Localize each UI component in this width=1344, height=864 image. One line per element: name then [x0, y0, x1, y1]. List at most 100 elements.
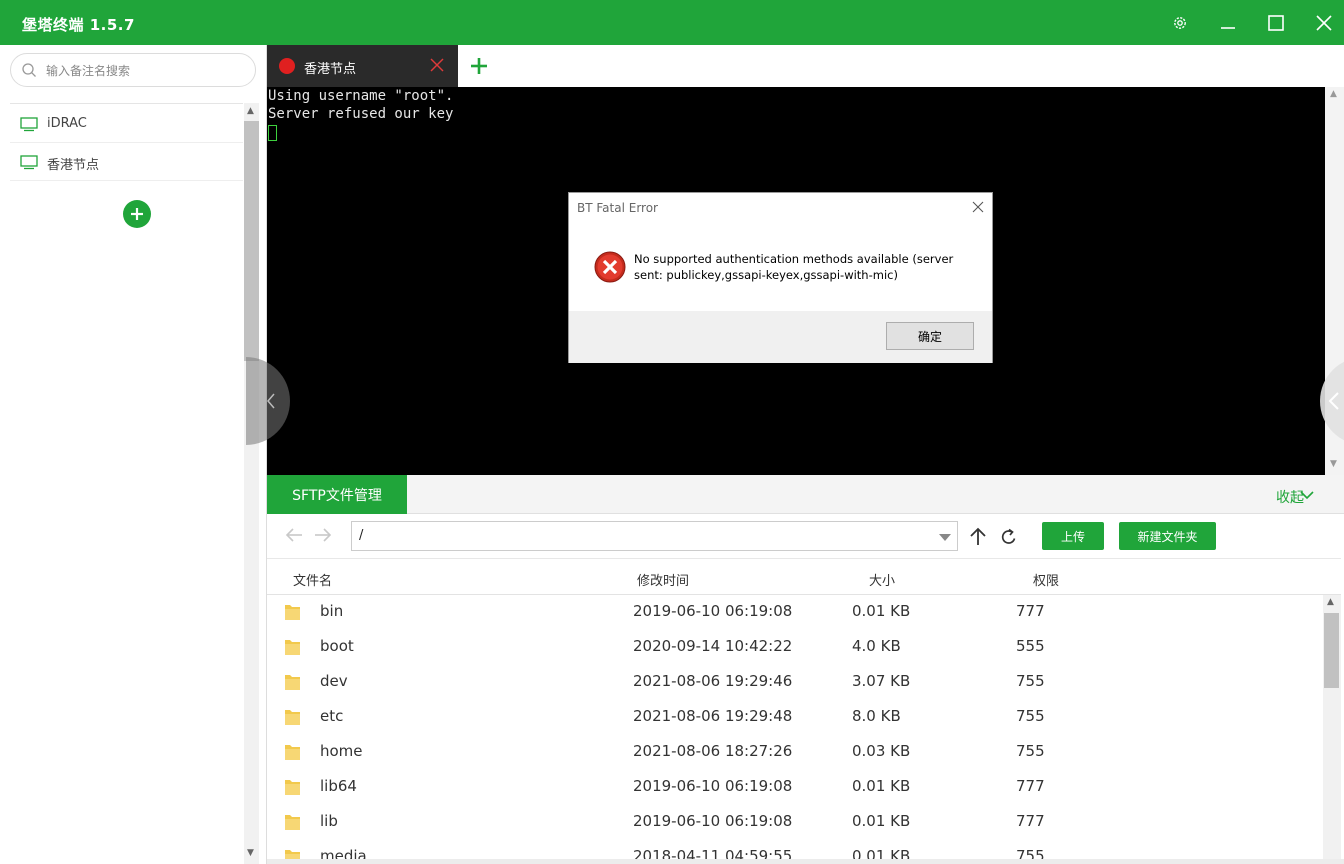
file-name: bin: [320, 602, 344, 620]
file-size: 0.01 KB: [852, 602, 911, 620]
new-tab-icon[interactable]: [467, 54, 491, 78]
terminal-line: Server refused our key: [268, 106, 454, 122]
file-mtime: 2019-06-10 06:19:08: [633, 602, 793, 620]
file-mtime: 2018-04-11 04:59:55: [633, 847, 793, 859]
folder-icon: [285, 745, 300, 760]
server-item-hongkong[interactable]: 香港节点: [10, 143, 243, 181]
folder-icon: [285, 815, 300, 830]
minimize-icon: [1221, 27, 1235, 29]
column-header-name[interactable]: 文件名: [293, 570, 332, 589]
chevron-left-icon: [1328, 392, 1339, 410]
scroll-up-icon[interactable]: ▲: [247, 106, 254, 116]
file-row[interactable]: lib64 2019-06-10 06:19:08 0.01 KB 777: [267, 770, 1323, 805]
file-mtime: 2021-08-06 19:29:48: [633, 707, 793, 725]
dialog-title: BT Fatal Error: [577, 201, 658, 215]
scroll-down-icon[interactable]: ▼: [247, 848, 254, 858]
dialog-message: No supported authentication methods avai…: [634, 252, 954, 282]
dialog-close-icon[interactable]: [971, 200, 985, 214]
file-name: dev: [320, 672, 348, 690]
file-permission: 755: [1016, 672, 1045, 690]
file-permission: 755: [1016, 707, 1045, 725]
chevron-down-icon: [1300, 491, 1314, 500]
settings-button[interactable]: [1165, 8, 1195, 38]
maximize-button[interactable]: [1261, 8, 1291, 38]
close-icon: [1316, 15, 1332, 31]
file-size: 3.07 KB: [852, 672, 911, 690]
ok-button[interactable]: 确定: [886, 322, 974, 350]
chevron-left-icon: [267, 393, 275, 409]
app-title: 堡塔终端 1.5.7: [22, 16, 135, 34]
scroll-up-icon[interactable]: ▲: [1330, 89, 1337, 99]
file-permission: 755: [1016, 847, 1045, 859]
file-size: 0.01 KB: [852, 777, 911, 795]
folder-icon: [285, 675, 300, 690]
tab-close-icon[interactable]: [429, 57, 445, 73]
file-row[interactable]: etc 2021-08-06 19:29:48 8.0 KB 755: [267, 700, 1323, 735]
scrollbar-thumb[interactable]: [244, 121, 259, 361]
file-size: 0.03 KB: [852, 742, 911, 760]
server-item-label: 香港节点: [47, 158, 100, 173]
collapse-button[interactable]: 收起: [1276, 487, 1314, 507]
terminal-cursor: [268, 125, 277, 141]
file-list-scrollbar[interactable]: ▲: [1323, 595, 1341, 859]
file-name: media: [320, 847, 367, 859]
dialog-footer: 确定: [569, 311, 992, 363]
scroll-down-icon[interactable]: ▼: [1330, 459, 1337, 469]
file-mtime: 2020-09-14 10:42:22: [633, 637, 793, 655]
search-input[interactable]: [46, 61, 246, 81]
file-permission: 777: [1016, 777, 1045, 795]
upload-button[interactable]: 上传: [1042, 522, 1104, 550]
folder-icon: [285, 780, 300, 795]
scrollbar-thumb[interactable]: [1324, 613, 1339, 688]
sftp-tab[interactable]: SFTP文件管理: [267, 475, 407, 514]
new-folder-button[interactable]: 新建文件夹: [1119, 522, 1216, 550]
search-box: [10, 53, 256, 87]
folder-icon: [285, 605, 300, 620]
file-size: 0.01 KB: [852, 847, 911, 859]
terminal-line: Using username "root".: [268, 88, 454, 104]
file-table-header: 文件名 修改时间 大小 权限: [267, 560, 1341, 595]
sidebar: iDRAC 香港节点 ▲ ▼: [0, 45, 267, 864]
file-permission: 777: [1016, 602, 1045, 620]
file-permission: 755: [1016, 742, 1045, 760]
add-server-button[interactable]: [123, 200, 151, 228]
file-row[interactable]: lib 2019-06-10 06:19:08 0.01 KB 777: [267, 805, 1323, 840]
bottom-border: [267, 859, 1344, 864]
column-header-size[interactable]: 大小: [869, 570, 895, 589]
file-mtime: 2019-06-10 06:19:08: [633, 777, 793, 795]
column-header-mtime[interactable]: 修改时间: [637, 570, 689, 589]
file-name: lib64: [320, 777, 357, 795]
file-row[interactable]: bin 2019-06-10 06:19:08 0.01 KB 777: [267, 595, 1323, 630]
folder-icon: [285, 640, 300, 655]
path-input[interactable]: /: [351, 521, 958, 551]
file-size: 8.0 KB: [852, 707, 901, 725]
search-icon: [22, 63, 36, 77]
dropdown-arrow-icon[interactable]: [939, 534, 951, 541]
file-size: 0.01 KB: [852, 812, 911, 830]
forward-arrow-icon[interactable]: [314, 527, 332, 543]
refresh-icon[interactable]: [1000, 526, 1018, 546]
file-size: 4.0 KB: [852, 637, 901, 655]
tab-label: 香港节点: [304, 62, 357, 77]
sftp-toolbar: / 上传 新建文件夹: [267, 514, 1341, 559]
close-window-button[interactable]: [1309, 8, 1339, 38]
minimize-button[interactable]: [1213, 8, 1243, 38]
file-row[interactable]: dev 2021-08-06 19:29:46 3.07 KB 755: [267, 665, 1323, 700]
server-item-label: iDRAC: [47, 116, 87, 131]
file-row[interactable]: media 2018-04-11 04:59:55 0.01 KB 755: [267, 840, 1323, 859]
back-arrow-icon[interactable]: [285, 527, 303, 543]
sidebar-scrollbar[interactable]: ▲ ▼: [244, 103, 259, 864]
folder-icon: [285, 850, 300, 859]
parent-directory-icon[interactable]: [970, 526, 986, 546]
server-item-idrac[interactable]: iDRAC: [10, 105, 243, 143]
file-row[interactable]: home 2021-08-06 18:27:26 0.03 KB 755: [267, 735, 1323, 770]
tab-hongkong[interactable]: 香港节点: [267, 45, 458, 87]
file-permission: 555: [1016, 637, 1045, 655]
file-name: home: [320, 742, 363, 760]
maximize-icon: [1268, 15, 1284, 31]
file-mtime: 2019-06-10 06:19:08: [633, 812, 793, 830]
column-header-permission[interactable]: 权限: [1033, 570, 1059, 589]
file-row[interactable]: boot 2020-09-14 10:42:22 4.0 KB 555: [267, 630, 1323, 665]
scroll-up-icon[interactable]: ▲: [1327, 597, 1334, 607]
app-window: 堡塔终端 1.5.7 输入备注名搜索 iDRAC 香港节点 ▲ ▼ 香港节点 U…: [0, 0, 1344, 864]
